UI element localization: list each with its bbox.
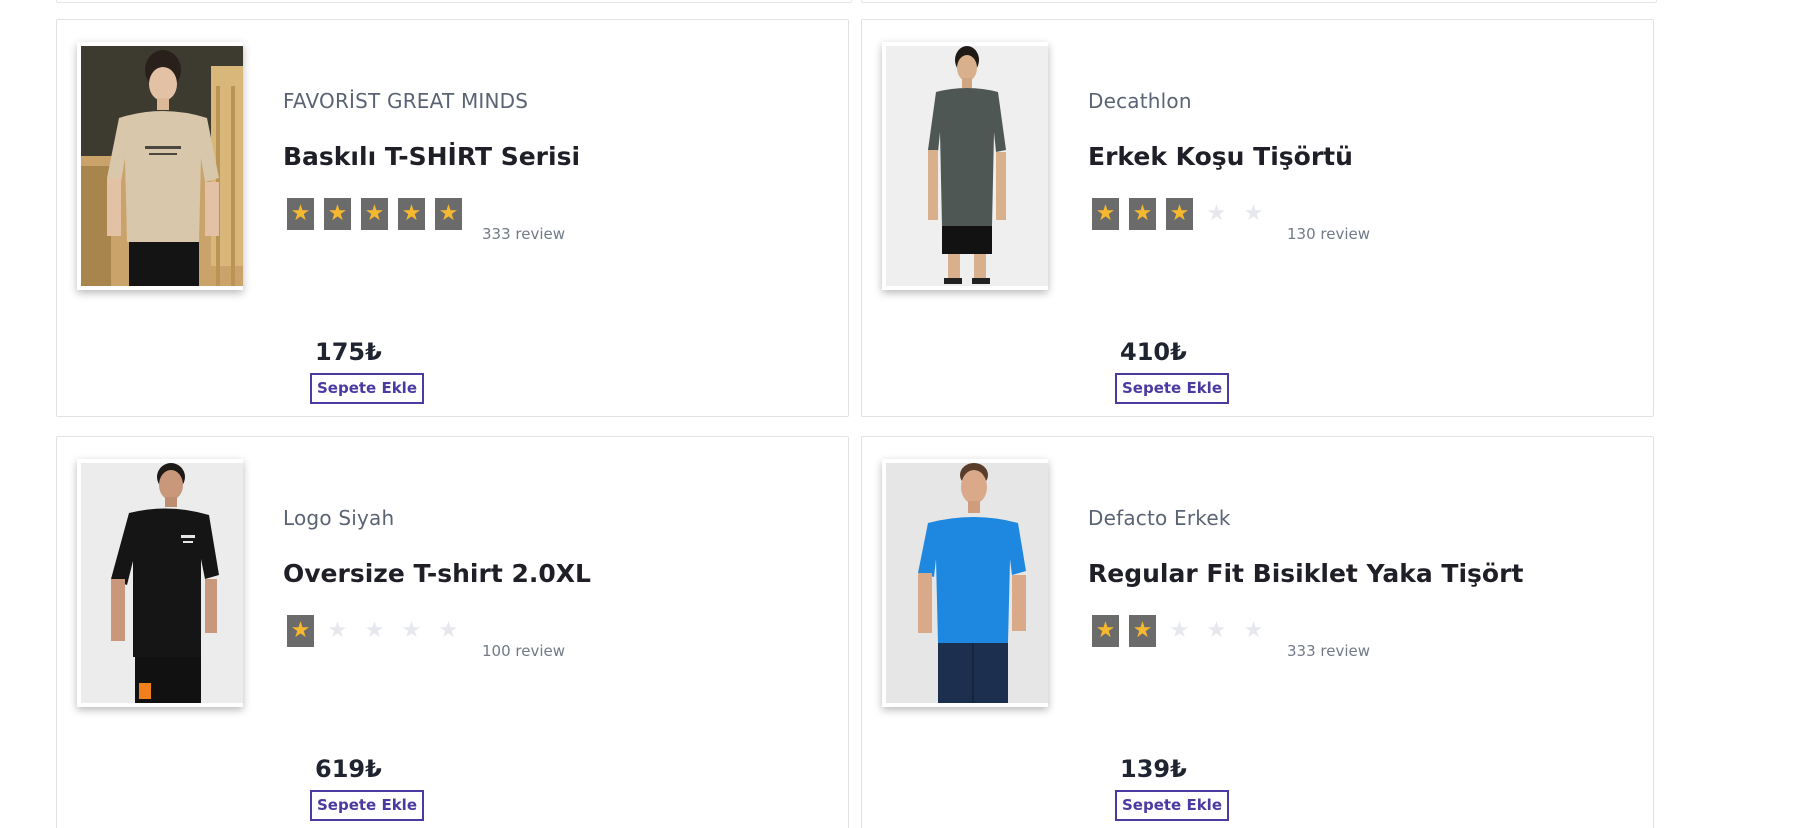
product-photo-blue-tshirt bbox=[886, 463, 1048, 703]
product-image[interactable] bbox=[77, 42, 243, 290]
star-filled-icon: ★ bbox=[398, 198, 425, 230]
product-title[interactable]: Baskılı T-SHİRT Serisi bbox=[283, 142, 580, 171]
rating-stars: ★ ★ ★ ★ ★ bbox=[287, 614, 472, 648]
star-empty-icon: ★ bbox=[1169, 618, 1190, 643]
product-card[interactable]: Defacto Erkek Regular Fit Bisiklet Yaka … bbox=[861, 436, 1654, 828]
star-empty-icon: ★ bbox=[364, 618, 385, 643]
product-photo-beige-tshirt bbox=[81, 46, 243, 286]
add-to-cart-button[interactable]: Sepete Ekle bbox=[310, 373, 424, 404]
star-filled-icon: ★ bbox=[287, 615, 314, 647]
star-filled-icon: ★ bbox=[1129, 615, 1156, 647]
star-empty-icon: ★ bbox=[327, 618, 348, 643]
add-to-cart-button[interactable]: Sepete Ekle bbox=[1115, 790, 1229, 821]
product-card[interactable]: Logo Siyah Oversize T-shirt 2.0XL ★ ★ ★ ★ ★ … bbox=[56, 436, 849, 828]
star-filled-icon: ★ bbox=[435, 198, 462, 230]
star-filled-icon: ★ bbox=[361, 198, 388, 230]
star-filled-icon: ★ bbox=[1166, 198, 1193, 230]
product-grid-page: FAVORİST GREAT MINDS Baskılı T-SHİRT Ser… bbox=[0, 0, 1800, 828]
product-brand: FAVORİST GREAT MINDS bbox=[283, 89, 529, 113]
product-image[interactable] bbox=[882, 42, 1048, 290]
rating-stars: ★ ★ ★ ★ ★ bbox=[1092, 614, 1277, 648]
star-empty-icon: ★ bbox=[1206, 201, 1227, 226]
review-count: 333 review bbox=[1287, 642, 1371, 660]
product-brand: Logo Siyah bbox=[283, 506, 395, 530]
review-count: 130 review bbox=[1287, 225, 1371, 243]
star-filled-icon: ★ bbox=[287, 198, 314, 230]
add-to-cart-button[interactable]: Sepete Ekle bbox=[310, 790, 424, 821]
product-price: 410₺ bbox=[1120, 338, 1187, 366]
product-card-partial bbox=[56, 0, 852, 3]
product-photo-grey-running-tshirt bbox=[886, 46, 1048, 286]
product-card[interactable]: FAVORİST GREAT MINDS Baskılı T-SHİRT Ser… bbox=[56, 19, 849, 417]
star-empty-icon: ★ bbox=[1243, 201, 1264, 226]
star-filled-icon: ★ bbox=[1092, 615, 1119, 647]
product-title[interactable]: Erkek Koşu Tişörtü bbox=[1088, 142, 1353, 171]
star-empty-icon: ★ bbox=[401, 618, 422, 643]
product-brand: Decathlon bbox=[1088, 89, 1192, 113]
star-filled-icon: ★ bbox=[1092, 198, 1119, 230]
product-image[interactable] bbox=[882, 459, 1048, 707]
product-card[interactable]: Decathlon Erkek Koşu Tişörtü ★ ★ ★ ★ ★ 130 r… bbox=[861, 19, 1654, 417]
product-price: 619₺ bbox=[315, 755, 382, 783]
rating-stars: ★ ★ ★ ★ ★ bbox=[1092, 197, 1277, 231]
product-price: 175₺ bbox=[315, 338, 382, 366]
product-price: 139₺ bbox=[1120, 755, 1187, 783]
review-count: 100 review bbox=[482, 642, 566, 660]
star-empty-icon: ★ bbox=[438, 618, 459, 643]
product-title[interactable]: Regular Fit Bisiklet Yaka Tişört bbox=[1088, 559, 1523, 588]
product-card-partial bbox=[861, 0, 1657, 3]
rating-stars: ★ ★ ★ ★ ★ bbox=[287, 197, 472, 231]
star-filled-icon: ★ bbox=[1129, 198, 1156, 230]
star-empty-icon: ★ bbox=[1243, 618, 1264, 643]
add-to-cart-button[interactable]: Sepete Ekle bbox=[1115, 373, 1229, 404]
star-filled-icon: ★ bbox=[324, 198, 351, 230]
star-empty-icon: ★ bbox=[1206, 618, 1227, 643]
product-title[interactable]: Oversize T-shirt 2.0XL bbox=[283, 559, 591, 588]
product-photo-black-oversize-tshirt bbox=[81, 463, 243, 703]
product-image[interactable] bbox=[77, 459, 243, 707]
review-count: 333 review bbox=[482, 225, 566, 243]
product-brand: Defacto Erkek bbox=[1088, 506, 1231, 530]
